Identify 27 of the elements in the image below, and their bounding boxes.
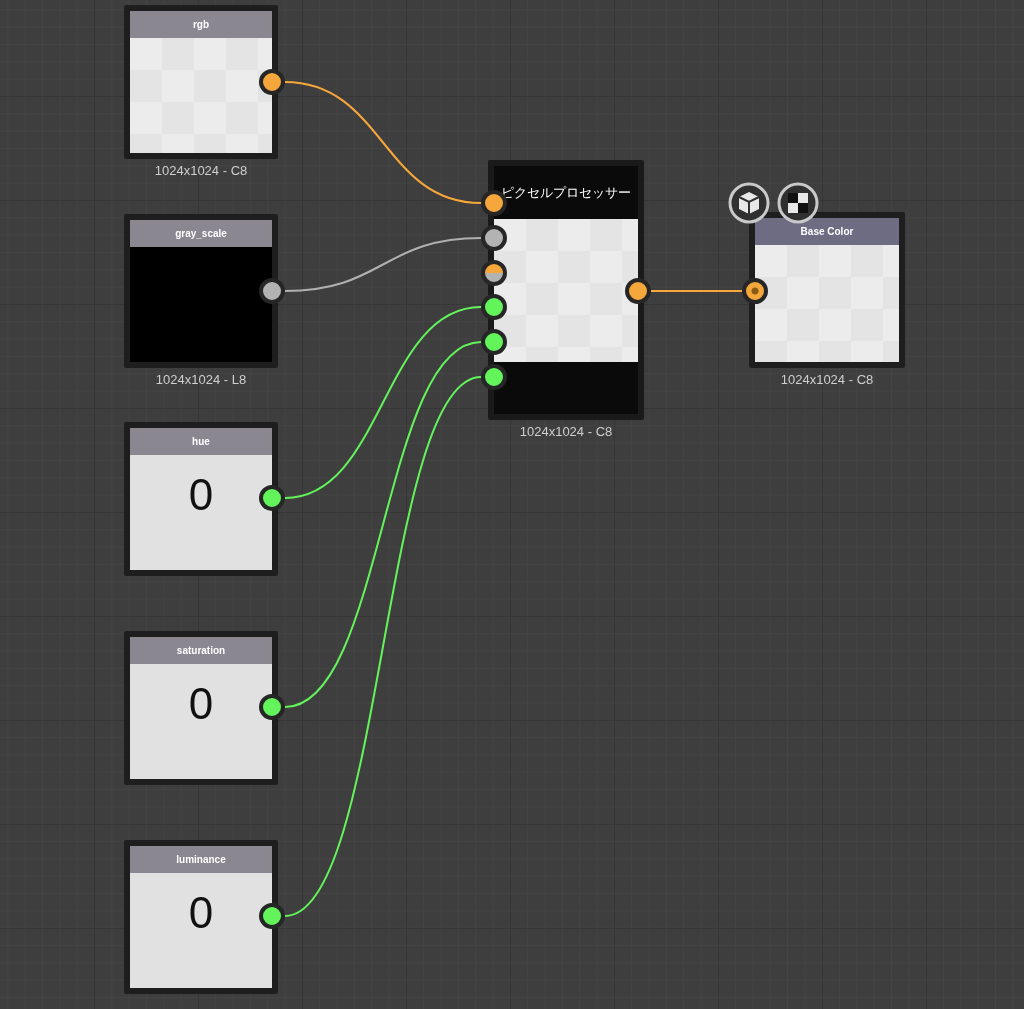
input-port[interactable] <box>481 225 507 251</box>
checker-icon[interactable] <box>777 182 819 224</box>
output-port[interactable] <box>259 694 285 720</box>
value-text: 0 <box>188 891 214 935</box>
value-text: 0 <box>188 473 214 517</box>
resolution-label: 1024x1024 - C8 <box>154 163 248 178</box>
output-port[interactable] <box>259 69 285 95</box>
output-port[interactable] <box>259 903 285 929</box>
node-title: luminance <box>130 846 272 873</box>
input-port[interactable] <box>481 294 507 320</box>
input-port[interactable] <box>481 329 507 355</box>
resolution-label: 1024x1024 - C8 <box>519 424 613 439</box>
input-port[interactable] <box>481 260 507 286</box>
input-port[interactable] <box>481 364 507 390</box>
node-title: hue <box>130 428 272 455</box>
output-port[interactable] <box>259 278 285 304</box>
node-title: rgb <box>130 11 272 38</box>
output-port[interactable] <box>625 278 651 304</box>
node-title: Base Color <box>755 218 899 245</box>
cube-icon[interactable] <box>728 182 770 224</box>
node-title: saturation <box>130 637 272 664</box>
output-port[interactable] <box>259 485 285 511</box>
node-title: gray_scale <box>130 220 272 247</box>
resolution-label: 1024x1024 - C8 <box>780 372 874 387</box>
resolution-label: 1024x1024 - L8 <box>155 372 247 387</box>
input-port[interactable] <box>742 278 768 304</box>
value-text: 0 <box>188 682 214 726</box>
